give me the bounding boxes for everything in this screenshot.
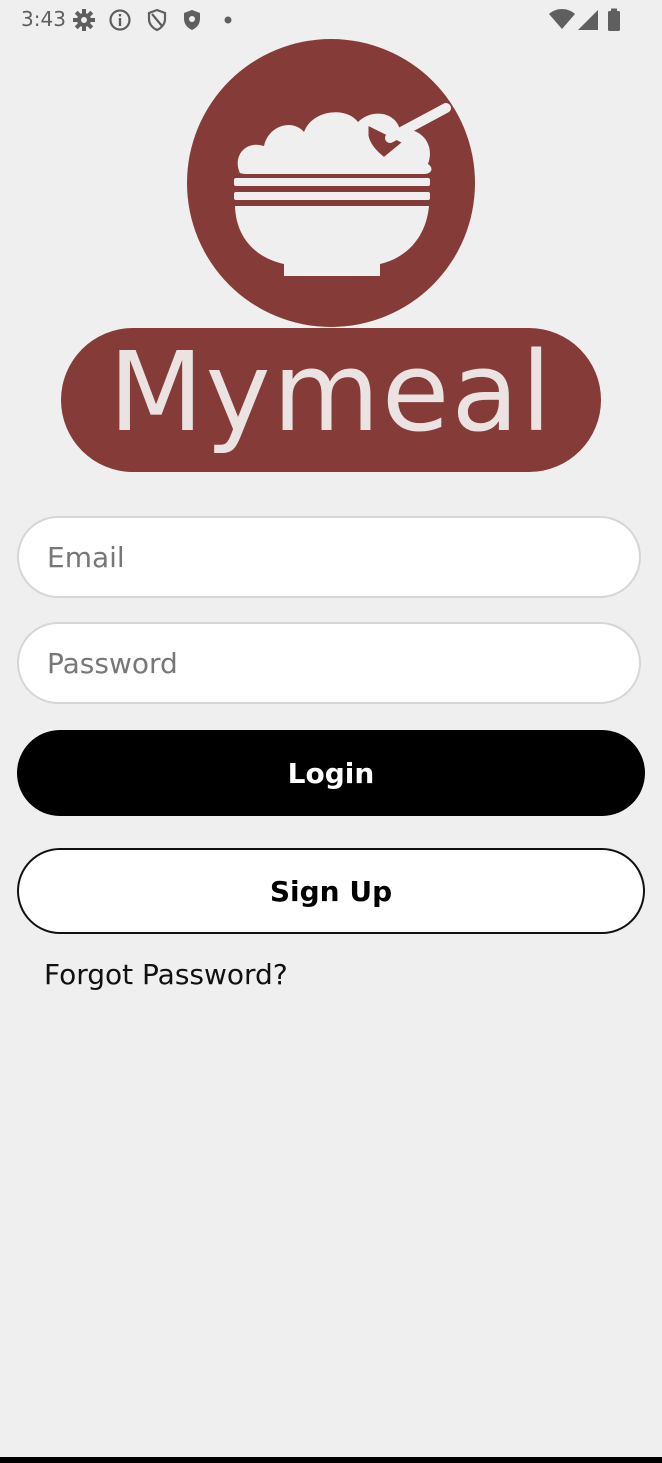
signup-button-label: Sign Up xyxy=(269,874,393,908)
logo-text: Mymeal xyxy=(109,328,554,456)
signal-icon xyxy=(578,10,598,30)
password-field[interactable] xyxy=(17,622,641,704)
mymeal-logo: Mymeal xyxy=(61,39,601,472)
forgot-password-link[interactable]: Forgot Password? xyxy=(44,958,288,991)
settings-icon xyxy=(73,9,95,31)
login-button[interactable]: Login xyxy=(17,730,645,816)
wifi-icon xyxy=(549,9,575,29)
login-button-label: Login xyxy=(287,756,375,790)
status-time: 3:43 xyxy=(21,7,66,31)
notification-dot-icon xyxy=(224,16,232,24)
shield-filled-icon xyxy=(184,10,200,30)
info-icon xyxy=(109,9,131,31)
navigation-bar xyxy=(0,1457,662,1463)
email-field[interactable] xyxy=(17,516,641,598)
signup-button[interactable]: Sign Up xyxy=(17,848,645,934)
shield-icon xyxy=(147,8,167,32)
battery-icon xyxy=(608,8,620,31)
status-bar: 3:43 xyxy=(0,0,662,40)
